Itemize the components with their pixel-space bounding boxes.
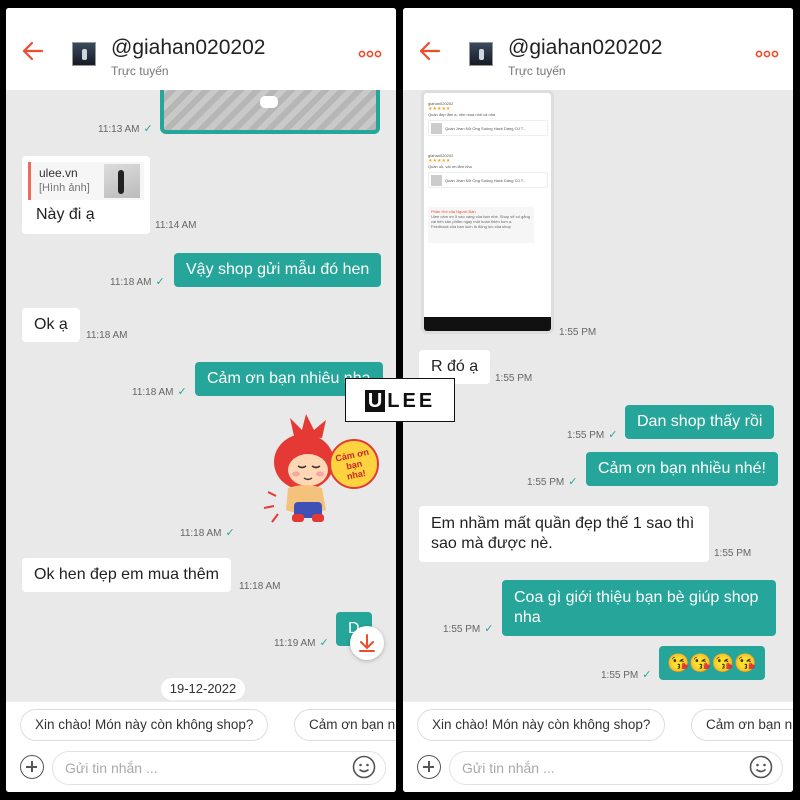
photo-detail xyxy=(260,96,278,108)
review-product: Quần Jean Nữ Ống Suông Hack Dáng OJ T... xyxy=(428,172,548,188)
check-icon: ✓ xyxy=(177,386,187,398)
contact-name: @giahan020202 xyxy=(111,36,266,59)
incoming-message[interactable]: Ok ạ xyxy=(22,308,80,342)
back-arrow-icon[interactable] xyxy=(417,38,443,64)
message-time: 1:55 PM ✓ xyxy=(527,476,578,488)
quoted-product-message[interactable]: ulee.vn [Hình ảnh] Này đi ạ xyxy=(22,156,150,234)
message-time: 11:13 AM ✓ xyxy=(98,123,153,135)
message-time: 11:18 AM ✓ xyxy=(132,386,187,398)
review-product: Quần Jean Nữ Ống Suông Hack Dáng OJ T... xyxy=(428,120,548,136)
logo-initial: U xyxy=(364,390,386,412)
message-time: 1:55 PM xyxy=(495,373,533,384)
chat-panel-right: @giahan020202 Trực tuyến giahan020202 ★★… xyxy=(403,8,793,792)
incoming-message[interactable]: Em nhầm mất quần đẹp thế 1 sao thì sao m… xyxy=(419,506,709,562)
more-icon[interactable] xyxy=(755,49,779,59)
message-input[interactable]: Gửi tin nhắn ... xyxy=(52,751,386,785)
quick-replies: Xin chào! Món này còn không shop? Cảm ơn… xyxy=(6,701,396,747)
plus-icon[interactable] xyxy=(417,755,441,779)
download-glyph xyxy=(359,634,375,652)
review-text: Quần đẹp lắm ạ, nên mua nhé cả nhà xyxy=(428,112,496,117)
message-time: 11:18 AM ✓ xyxy=(110,276,165,288)
quoted-label: [Hình ảnh] xyxy=(39,182,90,194)
check-icon: ✓ xyxy=(143,123,153,135)
review-item: giahan020202 ★★★★★ Quần ok, vải ơn lắm n… xyxy=(428,153,548,188)
outgoing-message[interactable]: Vậy shop gửi mẫu đó hen xyxy=(174,253,382,287)
check-icon: ✓ xyxy=(642,669,652,681)
date-separator: 19-12-2022 xyxy=(161,678,245,700)
message-list[interactable]: 11:13 AM ✓ ulee.vn [Hình ảnh] Này đi ạ 11… xyxy=(6,90,396,700)
check-icon: ✓ xyxy=(155,276,165,288)
message-time: 1:55 PM xyxy=(714,548,752,559)
review-item: giahan020202 ★★★★★ Quần đẹp lắm ạ, nên m… xyxy=(428,101,548,136)
thank-you-sticker[interactable]: Cảm ơn bạn nha! xyxy=(256,410,381,540)
message-time: 1:55 PM xyxy=(559,327,597,338)
product-thumbnail xyxy=(104,164,140,198)
check-icon: ✓ xyxy=(319,637,329,649)
more-icon[interactable] xyxy=(358,49,382,59)
message-input[interactable]: Gửi tin nhắn ... xyxy=(449,751,783,785)
quick-reply-button[interactable]: Xin chào! Món này còn không shop? xyxy=(20,709,269,741)
message-time: 11:18 AM ✓ xyxy=(180,527,235,539)
input-bar: Gửi tin nhắn ... xyxy=(403,747,793,792)
message-time: 11:18 AM xyxy=(239,581,281,592)
quoted-product[interactable]: ulee.vn [Hình ảnh] xyxy=(28,162,144,200)
contact-name: @giahan020202 xyxy=(508,36,663,59)
message-text: Này đi ạ xyxy=(36,206,95,223)
quoted-site: ulee.vn xyxy=(39,166,78,180)
outgoing-message[interactable]: Coa gì giới thiệu bạn bè giúp shop nha xyxy=(502,580,776,636)
quick-reply-button[interactable]: Xin chào! Món này còn không shop? xyxy=(417,709,666,741)
outgoing-message[interactable]: 😘😘😘😘 xyxy=(659,646,765,680)
outgoing-message[interactable]: Cảm ơn bạn nhiều nhé! xyxy=(586,452,778,486)
chat-header: @giahan020202 Trực tuyến xyxy=(6,8,396,90)
chat-header: @giahan020202 Trực tuyến xyxy=(403,8,793,90)
check-icon: ✓ xyxy=(484,623,494,635)
message-time: 1:55 PM ✓ xyxy=(443,623,494,635)
message-time: 11:19 AM ✓ xyxy=(274,637,329,649)
check-icon: ✓ xyxy=(225,527,235,539)
quick-replies: Xin chào! Món này còn không shop? Cảm ơn… xyxy=(403,701,793,747)
quick-reply-button[interactable]: Cảm ơn bạn n xyxy=(294,709,396,741)
check-icon: ✓ xyxy=(608,429,618,441)
incoming-message[interactable]: Ok hen đẹp em mua thêm xyxy=(22,558,231,592)
screenshot-frame: @giahan020202 Trực tuyến 11:13 AM ✓ ulee.… xyxy=(0,0,800,800)
input-bar: Gửi tin nhắn ... xyxy=(6,747,396,792)
message-time: 11:18 AM xyxy=(86,330,128,341)
emoji-icon[interactable] xyxy=(352,755,376,779)
contact-status: Trực tuyến xyxy=(111,64,169,78)
message-time: 1:55 PM ✓ xyxy=(601,669,652,681)
logo-text: LEE xyxy=(387,390,436,412)
download-icon[interactable] xyxy=(350,626,384,660)
reply-text: Ulee cảm ơn 5 sao vàng của bạn nhé. Shop… xyxy=(431,214,530,229)
message-time: 11:14 AM xyxy=(155,220,197,231)
outgoing-message[interactable]: Dan shop thấy rồi xyxy=(625,405,775,439)
emoji-icon[interactable] xyxy=(749,755,773,779)
phone-nav-bar xyxy=(424,317,551,331)
avatar[interactable] xyxy=(72,42,96,66)
avatar[interactable] xyxy=(469,42,493,66)
seller-reply: Phản Hồi của Người Bán Ulee cảm ơn 5 sao… xyxy=(428,207,534,243)
contact-status: Trực tuyến xyxy=(508,64,566,78)
message-time: 1:55 PM ✓ xyxy=(567,429,618,441)
back-arrow-icon[interactable] xyxy=(20,38,46,64)
plus-icon[interactable] xyxy=(20,755,44,779)
review-screenshot-image[interactable]: giahan020202 ★★★★★ Quần đẹp lắm ạ, nên m… xyxy=(421,90,554,334)
sent-photo[interactable] xyxy=(160,90,380,134)
message-list[interactable]: giahan020202 ★★★★★ Quần đẹp lắm ạ, nên m… xyxy=(403,90,793,700)
check-icon: ✓ xyxy=(568,476,578,488)
quick-reply-button[interactable]: Cảm ơn bạn n xyxy=(691,709,793,741)
chat-panel-left: @giahan020202 Trực tuyến 11:13 AM ✓ ulee.… xyxy=(6,8,396,792)
review-text: Quần ok, vải ơn lắm nha xyxy=(428,164,472,169)
ulee-logo: U LEE xyxy=(345,378,455,422)
